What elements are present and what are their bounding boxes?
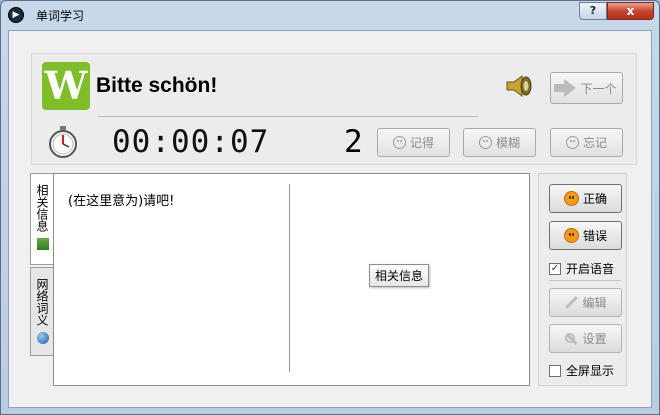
fullscreen-checkbox[interactable] [549,364,561,377]
stopwatch-icon [49,126,77,158]
next-button[interactable]: 下一个 [550,72,623,104]
wrong-button[interactable]: 错误 [549,221,622,250]
edit-label: 编辑 [582,296,607,310]
word-panel: W Bitte schön! 下一个 00:00:07 2 记得 模糊 忘记 [31,53,637,165]
divider [98,116,478,117]
pane-splitter[interactable] [289,184,290,372]
fuzzy-button[interactable]: 模糊 [463,128,536,157]
wrong-label: 错误 [582,229,607,243]
neutral-face-icon [478,136,492,149]
forget-button[interactable]: 忘记 [550,128,623,157]
globe-icon [36,332,49,344]
title-bar[interactable]: ▶ 单词学习 ? x [1,1,659,29]
correct-label: 正确 [582,192,607,206]
info-tab-icon [36,238,49,250]
settings-label: 设置 [582,332,607,346]
content-area: (在这里意为)请吧! 相关信息 [53,173,530,386]
main-window: ▶ 单词学习 ? x W Bitte schön! 下一个 00:00:07 2… [0,0,660,415]
window-title: 单词学习 [36,9,85,23]
fullscreen-label: 全屏显示 [566,364,615,378]
forget-label: 忘记 [582,136,607,150]
elapsed-timer: 00:00:07 [112,124,270,160]
tab-web-meaning-label: 网络词义 [35,278,49,326]
pencil-icon [564,296,578,310]
voice-toggle[interactable]: ✓ 开启语音 [549,260,614,277]
close-button[interactable]: x [607,2,654,20]
review-count: 2 [344,124,363,160]
edit-button[interactable]: 编辑 [549,288,622,317]
help-button[interactable]: ? [579,2,607,20]
word-logo-icon: W [42,62,90,110]
tab-related-info[interactable]: 相关信息 [30,173,54,265]
app-play-icon[interactable]: ▶ [8,7,24,23]
translation-text: (在这里意为)请吧! [68,194,175,209]
remember-label: 记得 [409,136,434,150]
sad-face-icon [565,136,579,149]
related-info-label: 相关信息 [369,264,430,287]
speaker-icon[interactable] [504,74,534,98]
next-label: 下一个 [580,81,617,96]
smile-icon [392,136,406,149]
tab-related-info-label: 相关信息 [35,184,49,232]
correct-button[interactable]: 正确 [549,184,622,213]
fuzzy-label: 模糊 [495,136,520,150]
happy-face-icon [563,191,579,206]
vertical-tabs: 相关信息 网络词义 [30,173,54,357]
voice-label: 开启语音 [566,262,615,276]
client-area: W Bitte schön! 下一个 00:00:07 2 记得 模糊 忘记 相… [8,30,652,408]
voice-checkbox[interactable]: ✓ [549,262,561,275]
fullscreen-toggle[interactable]: 全屏显示 [549,362,614,379]
arrow-right-icon [554,79,577,97]
tab-web-meaning[interactable]: 网络词义 [30,267,54,356]
settings-button[interactable]: 设置 [549,324,622,353]
separator [549,280,621,281]
current-word: Bitte schön! [96,74,218,97]
remember-button[interactable]: 记得 [377,128,450,157]
sad-face-icon [563,228,579,243]
action-panel: 正确 错误 ✓ 开启语音 编辑 设置 全屏显示 [538,173,627,386]
wrench-icon [564,332,578,346]
